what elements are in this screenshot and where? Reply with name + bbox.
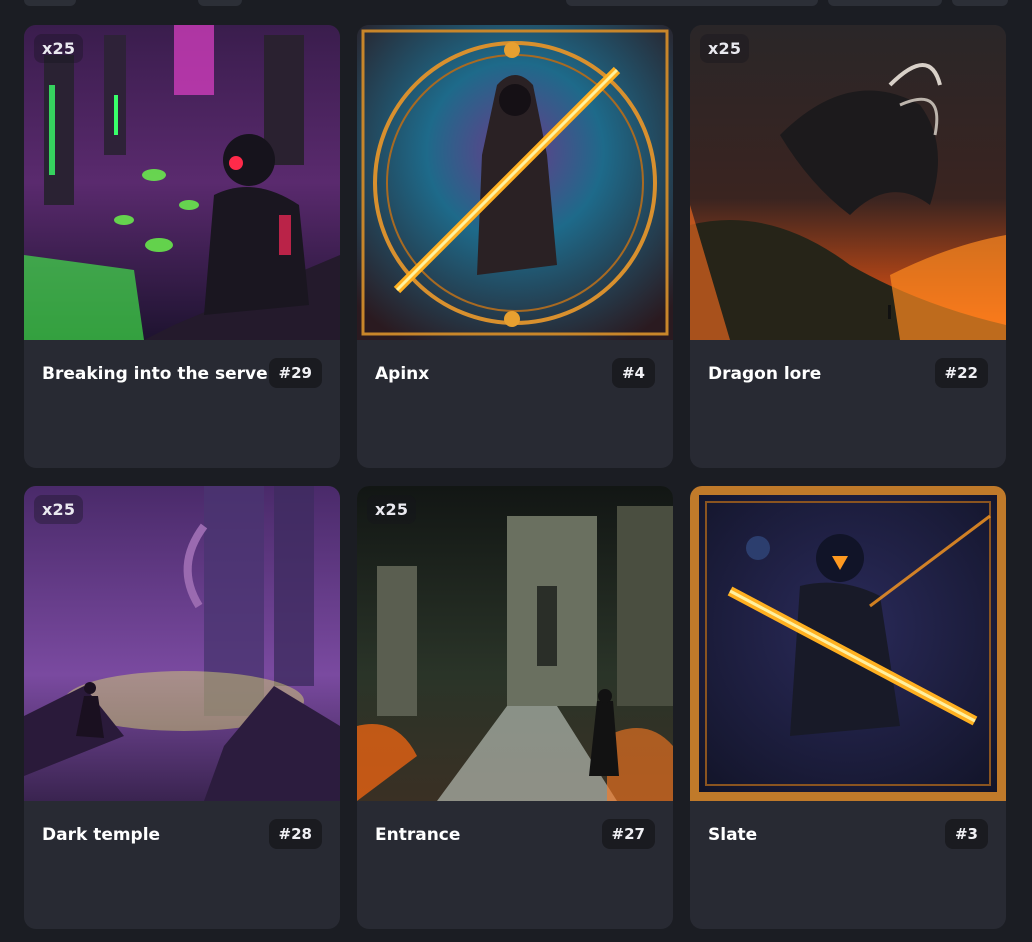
cyberpunk-image [24,25,340,340]
nft-card[interactable]: x25 Breaking into the server #29 [24,25,340,468]
edition-badge: x25 [367,495,417,524]
entrance-image [357,486,673,801]
card-artwork-dragon: x25 [690,25,1006,340]
card-artwork-dark-temple: x25 [24,486,340,801]
nft-card[interactable]: x25 Dragon lore #22 [690,25,1006,468]
top-toolbar-partial [0,0,1032,10]
toolbar-button[interactable] [24,0,76,6]
card-title: Dark temple [42,825,161,845]
edition-badge: x25 [34,495,84,524]
token-number-badge: #28 [268,819,322,849]
card-title: Slate [708,825,758,845]
sort-select[interactable] [828,0,942,6]
card-artwork-runic-warrior [357,25,673,340]
edition-badge: x25 [700,34,750,63]
token-number-badge: #27 [601,819,655,849]
token-number-badge: #29 [268,358,322,388]
card-title: Apinx [375,364,430,384]
token-number-badge: #22 [934,358,988,388]
nft-card[interactable]: Slate #3 [690,486,1006,929]
card-title: Entrance [375,825,461,845]
search-input[interactable] [566,0,818,6]
edition-badge: x25 [34,34,84,63]
nft-card[interactable]: x25 Dark temple #28 [24,486,340,929]
card-title: Breaking into the server [42,364,277,384]
slate-image [690,486,1006,801]
runic-warrior-image [357,25,673,340]
toolbar-button[interactable] [198,0,242,6]
card-artwork-cyberpunk: x25 [24,25,340,340]
card-artwork-slate [690,486,1006,801]
card-title: Dragon lore [708,364,822,384]
token-number-badge: #4 [611,358,655,388]
nft-card[interactable]: x25 Entrance #27 [357,486,673,929]
nft-card-grid: x25 Breaking into the server #29 Apinx #… [24,25,1006,929]
view-toggle-button[interactable] [952,0,1008,6]
card-artwork-entrance: x25 [357,486,673,801]
nft-card[interactable]: Apinx #4 [357,25,673,468]
dark-temple-image [24,486,340,801]
token-number-badge: #3 [944,819,988,849]
dragon-image [690,25,1006,340]
